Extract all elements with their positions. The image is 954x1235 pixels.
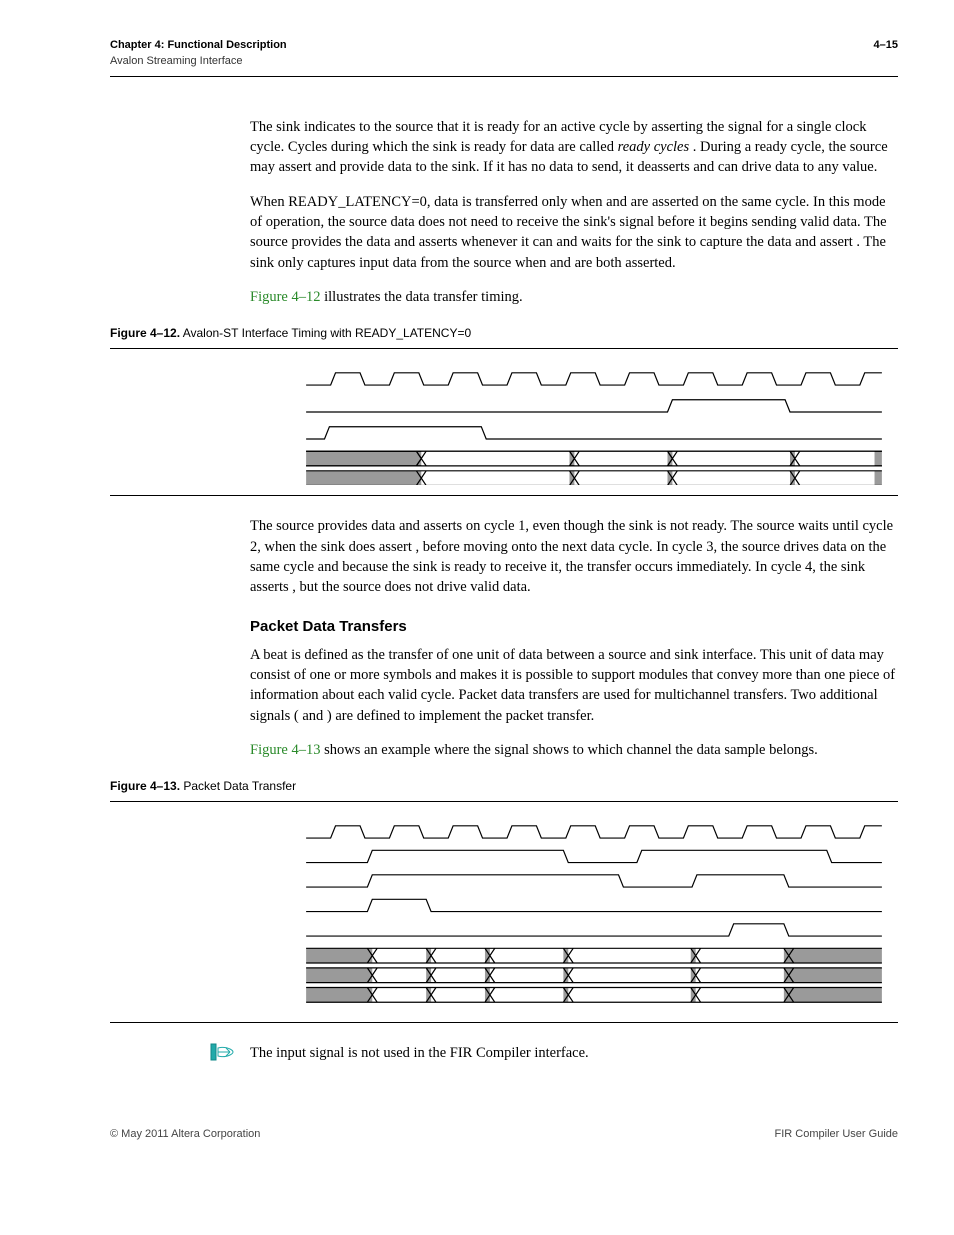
figure-4-12-caption: Figure 4–12. Avalon-ST Interface Timing … [110,325,898,342]
paragraph-3: Figure 4–12 illustrates the data transfe… [250,287,896,307]
paragraph-4: The source provides data and asserts on … [250,516,896,597]
figure-4-12-timing-diagram [300,363,888,486]
paragraph-5: A beat is defined as the transfer of one… [250,645,896,726]
figure-ref-4-13: Figure 4–13 [250,742,320,758]
paragraph-2: When READY_LATENCY=0, data is transferre… [250,192,896,273]
page-header: Chapter 4: Functional Description 4–15 [110,38,898,53]
note-text: The input signal is not used in the FIR … [250,1043,589,1063]
figure-rule [110,348,898,349]
footer-guide: FIR Compiler User Guide [775,1127,898,1142]
figure-4-13-caption: Figure 4–13. Packet Data Transfer [110,778,898,795]
figure-rule [110,801,898,802]
figure-rule [110,1022,898,1023]
section-label: Avalon Streaming Interface [110,54,898,69]
paragraph-1: The sink indicates to the source that it… [250,117,896,178]
footer-copyright: © May 2011 Altera Corporation [110,1127,260,1142]
figure-4-13-timing-diagram [300,816,888,1012]
figure-rule [110,495,898,496]
pointing-hand-icon [210,1043,238,1067]
header-rule [110,76,898,77]
page-footer: © May 2011 Altera Corporation FIR Compil… [110,1127,898,1142]
figure-ref-4-12: Figure 4–12 [250,289,320,305]
page-number: 4–15 [874,38,898,53]
chapter-label: Chapter 4: Functional Description [110,38,287,53]
paragraph-6: Figure 4–13 shows an example where the s… [250,740,896,760]
heading-packet-data-transfers: Packet Data Transfers [250,616,896,637]
note-row: The input signal is not used in the FIR … [110,1043,898,1067]
